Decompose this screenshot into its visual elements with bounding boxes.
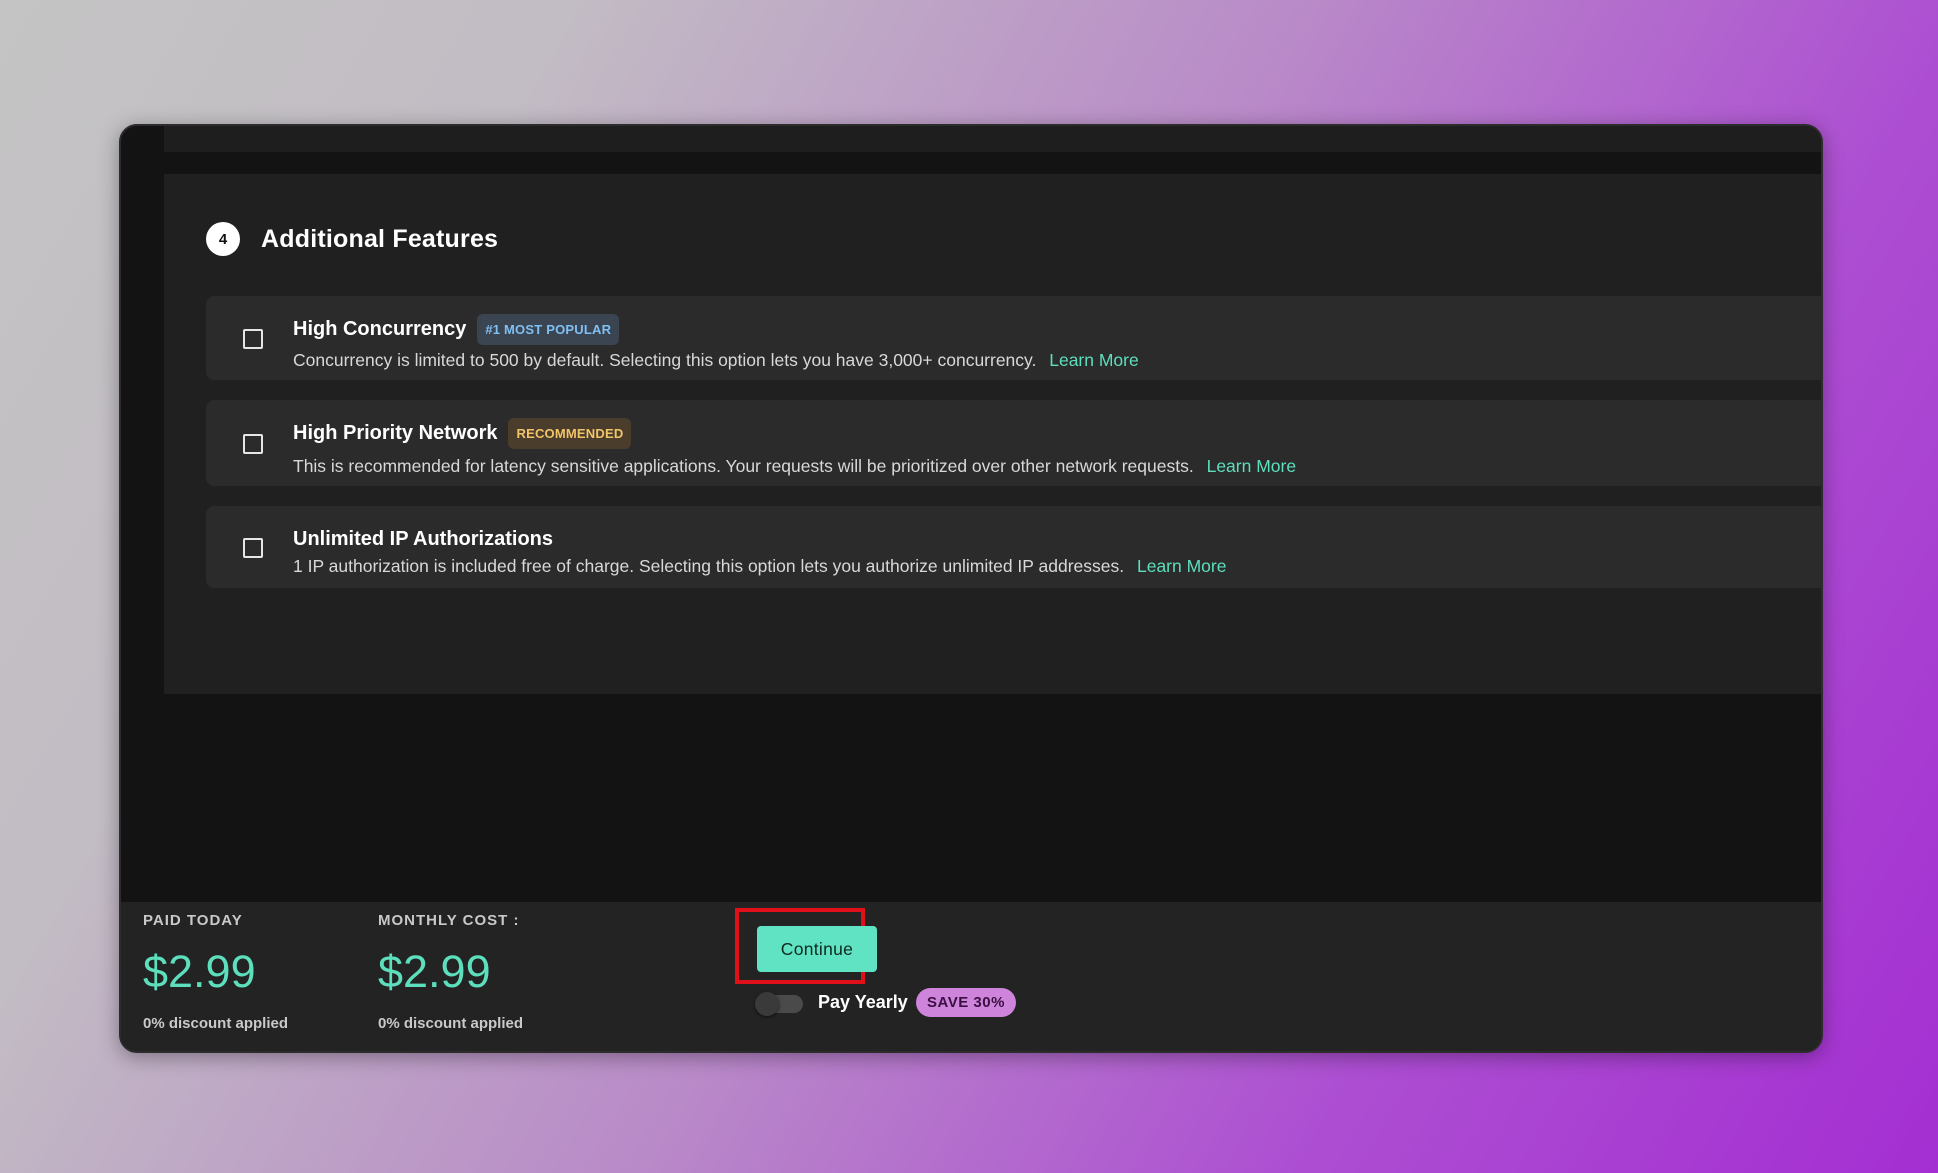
- continue-button[interactable]: Continue: [757, 926, 877, 972]
- feature-description: 1 IP authorization is included free of c…: [293, 556, 1226, 577]
- feature-high-concurrency[interactable]: High Concurrency #1 MOST POPULAR Concurr…: [206, 296, 1821, 380]
- previous-section-edge: [164, 126, 1821, 152]
- feature-description-text: Concurrency is limited to 500 by default…: [293, 350, 1037, 370]
- save-percent-badge: SAVE 30%: [916, 988, 1016, 1017]
- feature-title: High Concurrency: [293, 318, 467, 340]
- monthly-cost-label: MONTHLY COST :: [378, 912, 520, 929]
- paid-today-discount: 0% discount applied: [143, 1015, 289, 1032]
- checkbox-high-concurrency[interactable]: [243, 329, 263, 349]
- recommended-badge: RECOMMENDED: [508, 418, 632, 449]
- additional-features-section: 4 Additional Features High Concurrency #…: [164, 174, 1821, 694]
- feature-high-priority-network[interactable]: High Priority Network RECOMMENDED This i…: [206, 400, 1821, 486]
- learn-more-link-concurrency[interactable]: Learn More: [1049, 350, 1139, 370]
- checkout-footer: PAID TODAY $2.99 0% discount applied MON…: [121, 902, 1821, 1051]
- feature-title-row: High Priority Network RECOMMENDED: [293, 418, 632, 449]
- feature-title: High Priority Network: [293, 422, 498, 444]
- feature-description-text: This is recommended for latency sensitiv…: [293, 456, 1194, 476]
- step-number-icon: 4: [206, 222, 240, 256]
- checkbox-unlimited-ip[interactable]: [243, 538, 263, 558]
- app-window: 4 Additional Features High Concurrency #…: [119, 124, 1823, 1053]
- pay-yearly-toggle[interactable]: [755, 992, 803, 1016]
- feature-title: Unlimited IP Authorizations: [293, 528, 554, 550]
- feature-description: Concurrency is limited to 500 by default…: [293, 350, 1139, 371]
- checkbox-high-priority-network[interactable]: [243, 434, 263, 454]
- monthly-cost-discount: 0% discount applied: [378, 1015, 524, 1032]
- paid-today-label: PAID TODAY: [143, 912, 243, 929]
- feature-description-text: 1 IP authorization is included free of c…: [293, 556, 1125, 576]
- most-popular-badge: #1 MOST POPULAR: [477, 314, 620, 345]
- monthly-cost-amount: $2.99: [378, 946, 491, 997]
- feature-title-row: High Concurrency #1 MOST POPULAR: [293, 314, 620, 345]
- paid-today-amount: $2.99: [143, 946, 256, 997]
- feature-unlimited-ip-authorizations[interactable]: Unlimited IP Authorizations 1 IP authori…: [206, 506, 1821, 588]
- toggle-knob: [755, 992, 779, 1016]
- learn-more-link-ip-authorizations[interactable]: Learn More: [1137, 556, 1227, 576]
- feature-description: This is recommended for latency sensitiv…: [293, 456, 1296, 477]
- section-header: 4 Additional Features: [206, 222, 498, 256]
- section-title: Additional Features: [261, 224, 499, 253]
- pay-yearly-label: Pay Yearly: [818, 992, 908, 1012]
- learn-more-link-priority-network[interactable]: Learn More: [1207, 456, 1297, 476]
- feature-title-row: Unlimited IP Authorizations: [293, 528, 553, 551]
